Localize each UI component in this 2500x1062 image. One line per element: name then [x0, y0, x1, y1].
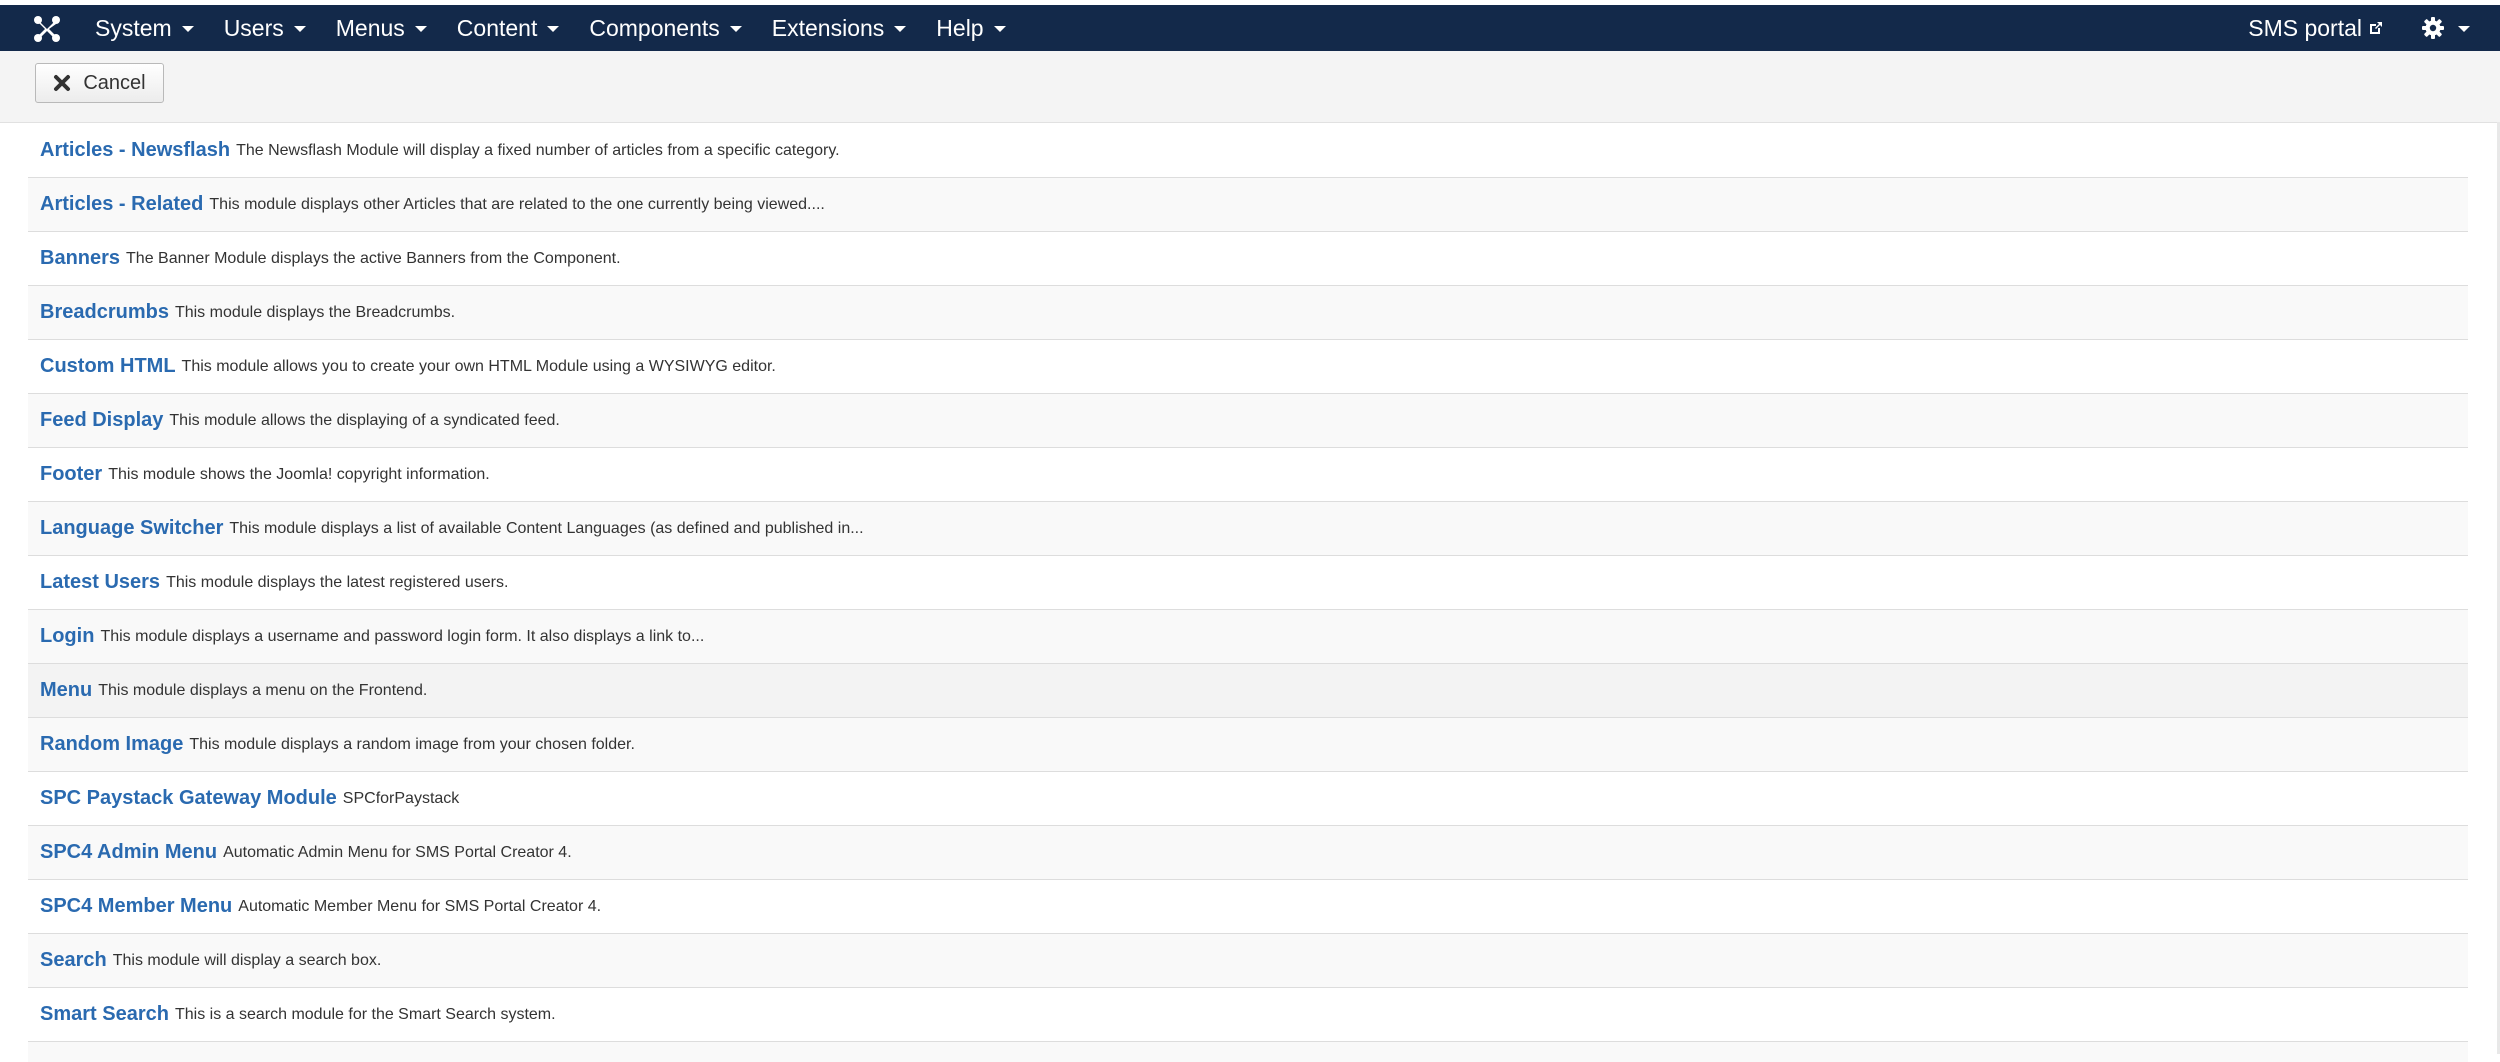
module-title[interactable]: Search: [40, 949, 107, 972]
module-title[interactable]: SPC4 Admin Menu: [40, 841, 217, 864]
list-item[interactable]: Login This module displays a username an…: [28, 610, 2468, 664]
module-title[interactable]: Footer: [40, 463, 102, 486]
nav-help[interactable]: Help: [921, 5, 1020, 51]
nav-menus[interactable]: Menus: [321, 5, 442, 51]
caret-down-icon: [993, 26, 1006, 32]
nav-extensions-label: Extensions: [771, 14, 885, 41]
nav-help-label: Help: [936, 14, 984, 41]
list-item[interactable]: Random Image This module displays a rand…: [28, 718, 2468, 772]
module-title[interactable]: Smart Search: [40, 1003, 169, 1026]
site-link-label: SMS portal: [2248, 14, 2362, 41]
list-item[interactable]: SPC4 Admin Menu Automatic Admin Menu for…: [28, 826, 2468, 880]
caret-down-icon: [894, 26, 907, 32]
nav-extensions[interactable]: Extensions: [757, 5, 922, 51]
module-description: This module will display a search box.: [112, 951, 382, 969]
module-description: This module displays the latest register…: [166, 573, 509, 591]
module-title[interactable]: Login: [40, 625, 94, 648]
list-item-partial: [28, 1042, 2468, 1062]
joomla-logo-icon[interactable]: [32, 14, 62, 44]
caret-down-icon: [414, 26, 427, 32]
nav-components[interactable]: Components: [574, 5, 756, 51]
list-item[interactable]: Footer This module shows the Joomla! cop…: [28, 448, 2468, 502]
module-description: This module shows the Joomla! copyright …: [108, 465, 490, 483]
list-item[interactable]: Custom HTML This module allows you to cr…: [28, 340, 2468, 394]
list-item[interactable]: Language Switcher This module displays a…: [28, 502, 2468, 556]
nav-users[interactable]: Users: [209, 5, 321, 51]
settings-menu[interactable]: [2422, 17, 2470, 39]
module-title[interactable]: Articles - Related: [40, 193, 203, 216]
admin-navbar: System Users Menus Content Components Ex…: [0, 5, 2500, 51]
cancel-label: Cancel: [83, 71, 146, 94]
module-description: This module displays a random image from…: [189, 735, 635, 753]
list-item[interactable]: Feed Display This module allows the disp…: [28, 394, 2468, 448]
gear-icon: [2422, 17, 2444, 39]
nav-content[interactable]: Content: [442, 5, 575, 51]
main-menu: System Users Menus Content Components Ex…: [80, 5, 1021, 51]
list-item[interactable]: Articles - Newsflash The Newsflash Modul…: [28, 124, 2468, 178]
nav-right: SMS portal: [2248, 5, 2470, 51]
list-item[interactable]: SPC Paystack Gateway Module SPCforPaysta…: [28, 772, 2468, 826]
module-title[interactable]: Menu: [40, 679, 92, 702]
module-description: This module displays a list of available…: [229, 519, 864, 537]
module-title[interactable]: Random Image: [40, 733, 183, 756]
nav-system[interactable]: System: [80, 5, 209, 51]
module-description: This module displays a menu on the Front…: [98, 681, 428, 699]
list-item[interactable]: Breadcrumbs This module displays the Bre…: [28, 286, 2468, 340]
module-description: This is a search module for the Smart Se…: [174, 1005, 556, 1023]
cancel-button[interactable]: Cancel: [35, 63, 164, 103]
close-icon: [54, 75, 71, 91]
site-link[interactable]: SMS portal: [2248, 15, 2384, 42]
module-title[interactable]: Latest Users: [40, 571, 160, 594]
caret-down-icon: [293, 26, 306, 32]
list-item[interactable]: Banners The Banner Module displays the a…: [28, 232, 2468, 286]
module-title[interactable]: Language Switcher: [40, 517, 223, 540]
caret-down-icon: [547, 26, 560, 32]
module-title[interactable]: SPC4 Member Menu: [40, 895, 232, 918]
module-type-list: Articles - Newsflash The Newsflash Modul…: [28, 124, 2468, 1062]
module-title[interactable]: Banners: [40, 247, 120, 270]
nav-users-label: Users: [223, 14, 284, 41]
module-title[interactable]: Feed Display: [40, 409, 163, 432]
list-item[interactable]: Articles - Related This module displays …: [28, 178, 2468, 232]
module-description: SPCforPaystack: [342, 789, 460, 807]
caret-down-icon: [2458, 26, 2470, 32]
module-description: This module displays other Articles that…: [209, 195, 825, 213]
list-item[interactable]: Search This module will display a search…: [28, 934, 2468, 988]
list-item[interactable]: Smart Search This is a search module for…: [28, 988, 2468, 1042]
module-title[interactable]: SPC Paystack Gateway Module: [40, 787, 337, 810]
module-title[interactable]: Articles - Newsflash: [40, 139, 230, 162]
list-item[interactable]: SPC4 Member Menu Automatic Member Menu f…: [28, 880, 2468, 934]
module-description: The Banner Module displays the active Ba…: [126, 249, 621, 267]
module-title[interactable]: Custom HTML: [40, 355, 176, 378]
caret-down-icon: [729, 26, 742, 32]
list-item[interactable]: Latest Users This module displays the la…: [28, 556, 2468, 610]
toolbar: Cancel: [0, 51, 2500, 123]
module-description: This module allows the displaying of a s…: [169, 411, 560, 429]
nav-system-label: System: [95, 14, 172, 41]
caret-down-icon: [181, 26, 194, 32]
nav-menus-label: Menus: [335, 14, 405, 41]
module-description: The Newsflash Module will display a fixe…: [236, 141, 840, 159]
module-title[interactable]: Breadcrumbs: [40, 301, 169, 324]
external-link-icon: [2370, 22, 2382, 34]
nav-content-label: Content: [456, 14, 538, 41]
module-description: This module displays a username and pass…: [100, 627, 705, 645]
module-description: Automatic Admin Menu for SMS Portal Crea…: [223, 843, 572, 861]
list-item[interactable]: Menu This module displays a menu on the …: [28, 664, 2468, 718]
module-description: This module allows you to create your ow…: [181, 357, 776, 375]
module-description: This module displays the Breadcrumbs.: [174, 303, 456, 321]
nav-components-label: Components: [589, 14, 720, 41]
module-description: Automatic Member Menu for SMS Portal Cre…: [238, 897, 602, 915]
